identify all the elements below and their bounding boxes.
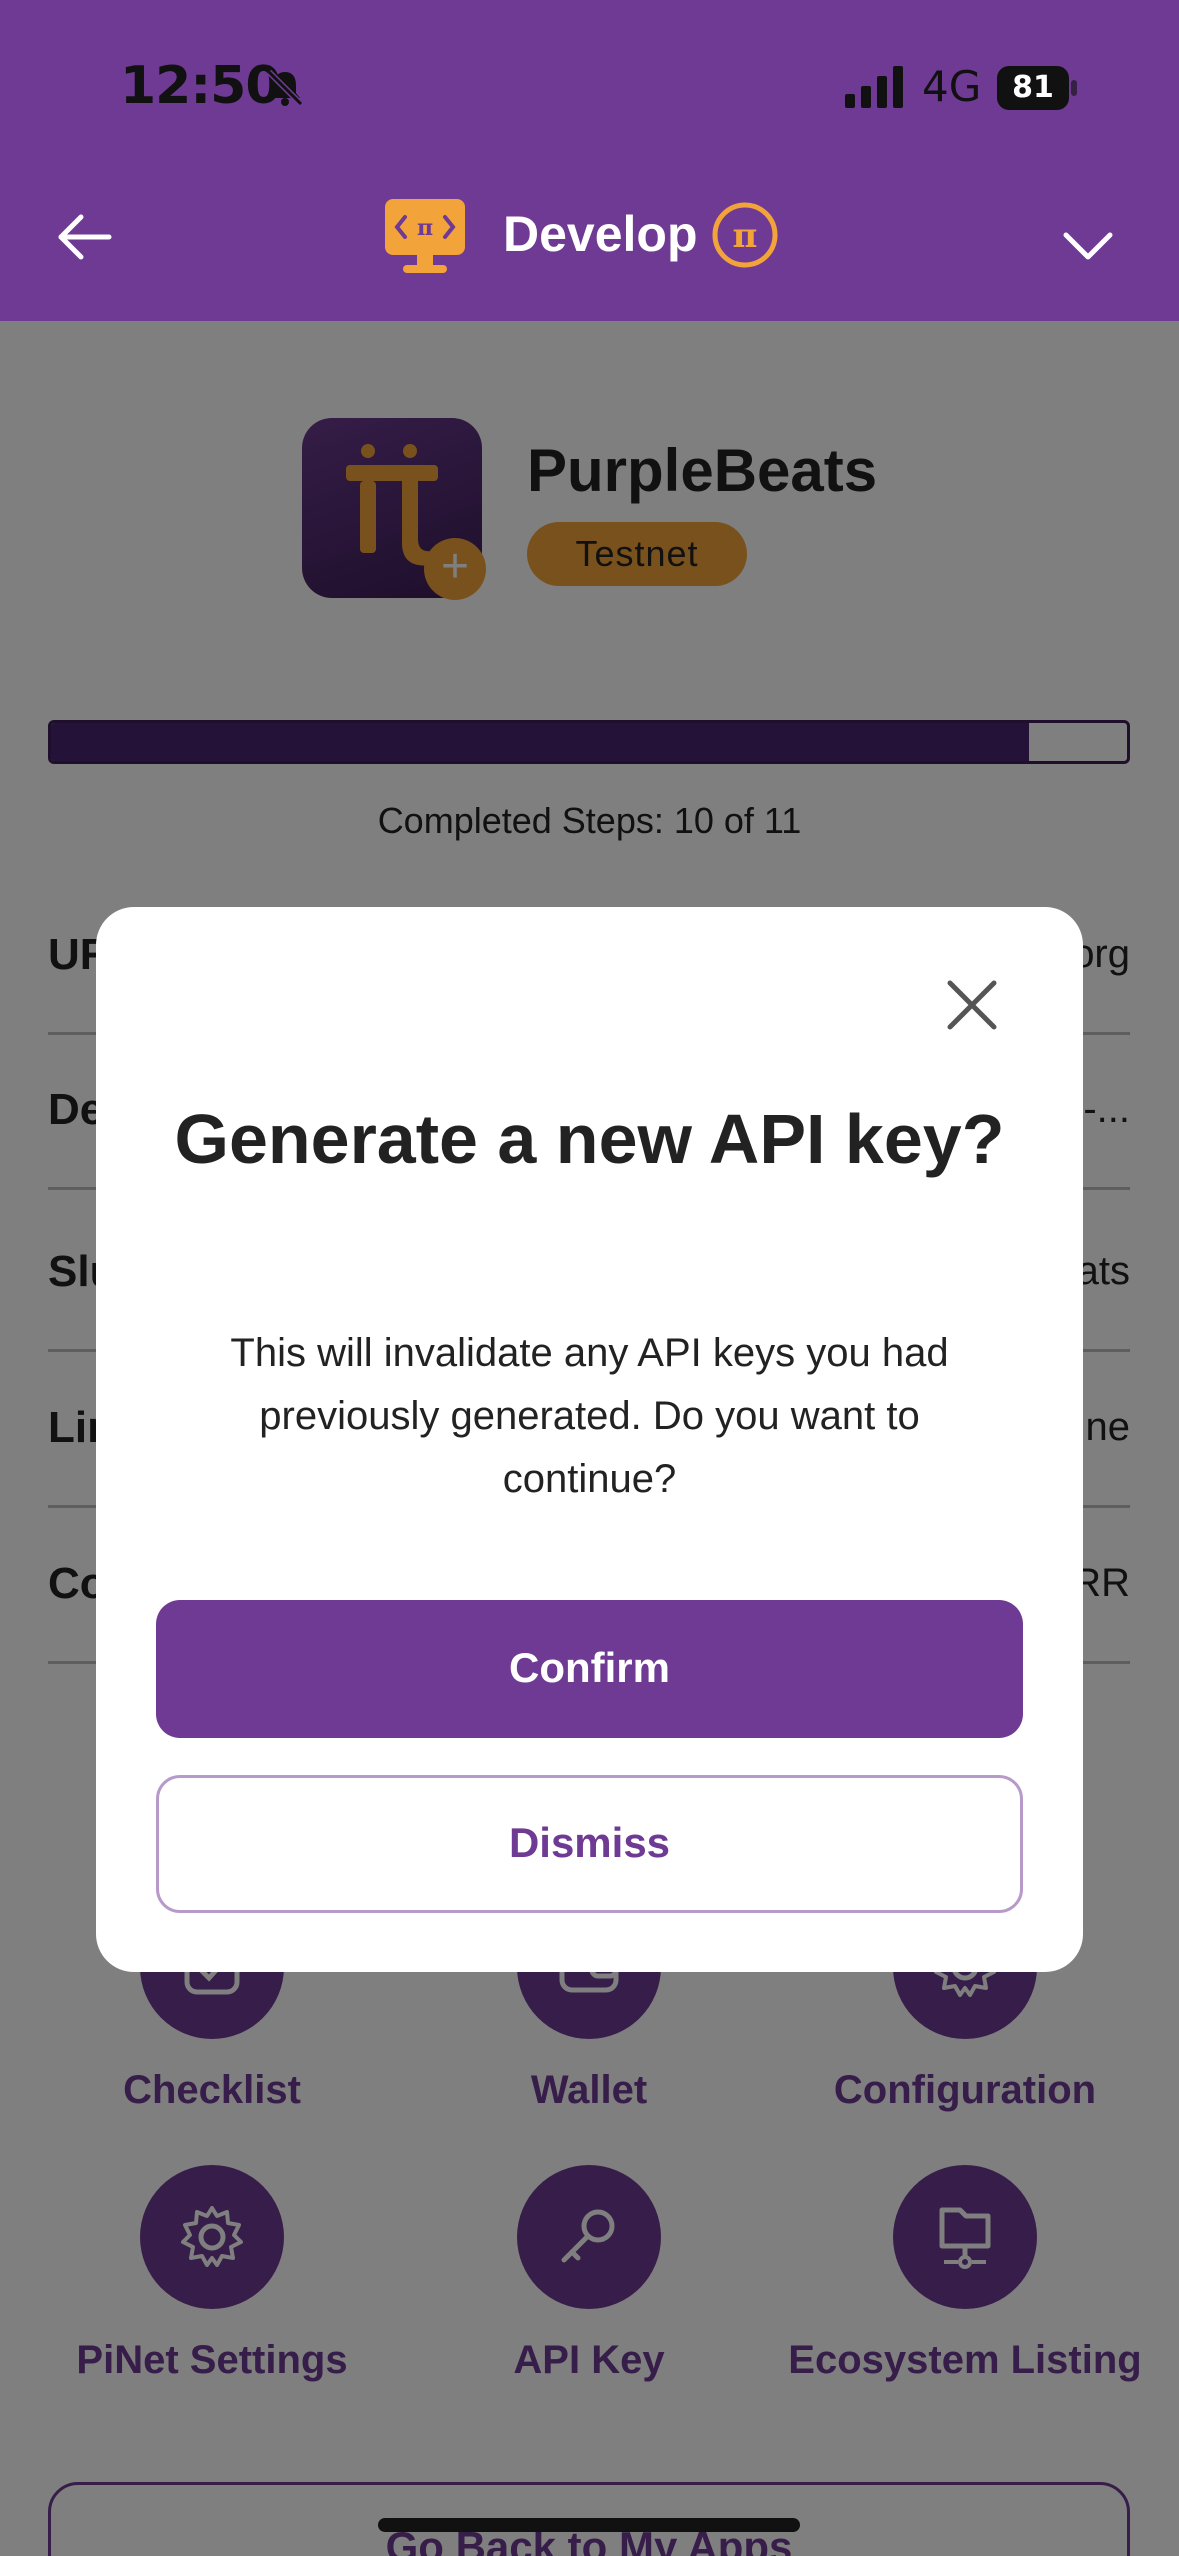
close-icon[interactable] xyxy=(944,977,1000,1033)
dialog-body: This will invalidate any API keys you ha… xyxy=(230,1331,949,1501)
header: 12:50 4G 81 π Develop π xyxy=(0,0,1179,321)
status-bar: 12:50 4G 81 xyxy=(0,0,1179,175)
nav-title: Develop xyxy=(503,206,698,262)
bell-muted-icon xyxy=(266,69,304,107)
svg-text:π: π xyxy=(733,216,758,256)
network-type: 4G xyxy=(922,62,982,111)
dismiss-label: Dismiss xyxy=(508,1819,671,1866)
dismiss-button[interactable]: Dismiss xyxy=(156,1775,1023,1913)
svg-text:π: π xyxy=(417,215,433,241)
dialog-title: Generate a new API key? xyxy=(174,1100,1005,1178)
confirm-button[interactable]: Confirm xyxy=(156,1600,1023,1738)
status-time: 12:50 xyxy=(120,56,282,116)
battery-cap xyxy=(1071,80,1077,96)
develop-monitor-icon: π xyxy=(385,199,465,273)
nav-bar: π Develop π xyxy=(0,175,1179,321)
signal-icon xyxy=(845,66,903,108)
battery-indicator: 81 xyxy=(997,66,1077,110)
home-indicator xyxy=(378,2518,800,2532)
pi-coin-icon: π xyxy=(712,202,778,268)
battery-level: 81 xyxy=(997,66,1069,110)
back-arrow-icon[interactable] xyxy=(55,207,115,267)
chevron-down-icon[interactable] xyxy=(1058,215,1118,275)
generate-api-key-dialog: Generate a new API key? This will invali… xyxy=(96,907,1083,1972)
confirm-label: Confirm xyxy=(509,1644,670,1691)
